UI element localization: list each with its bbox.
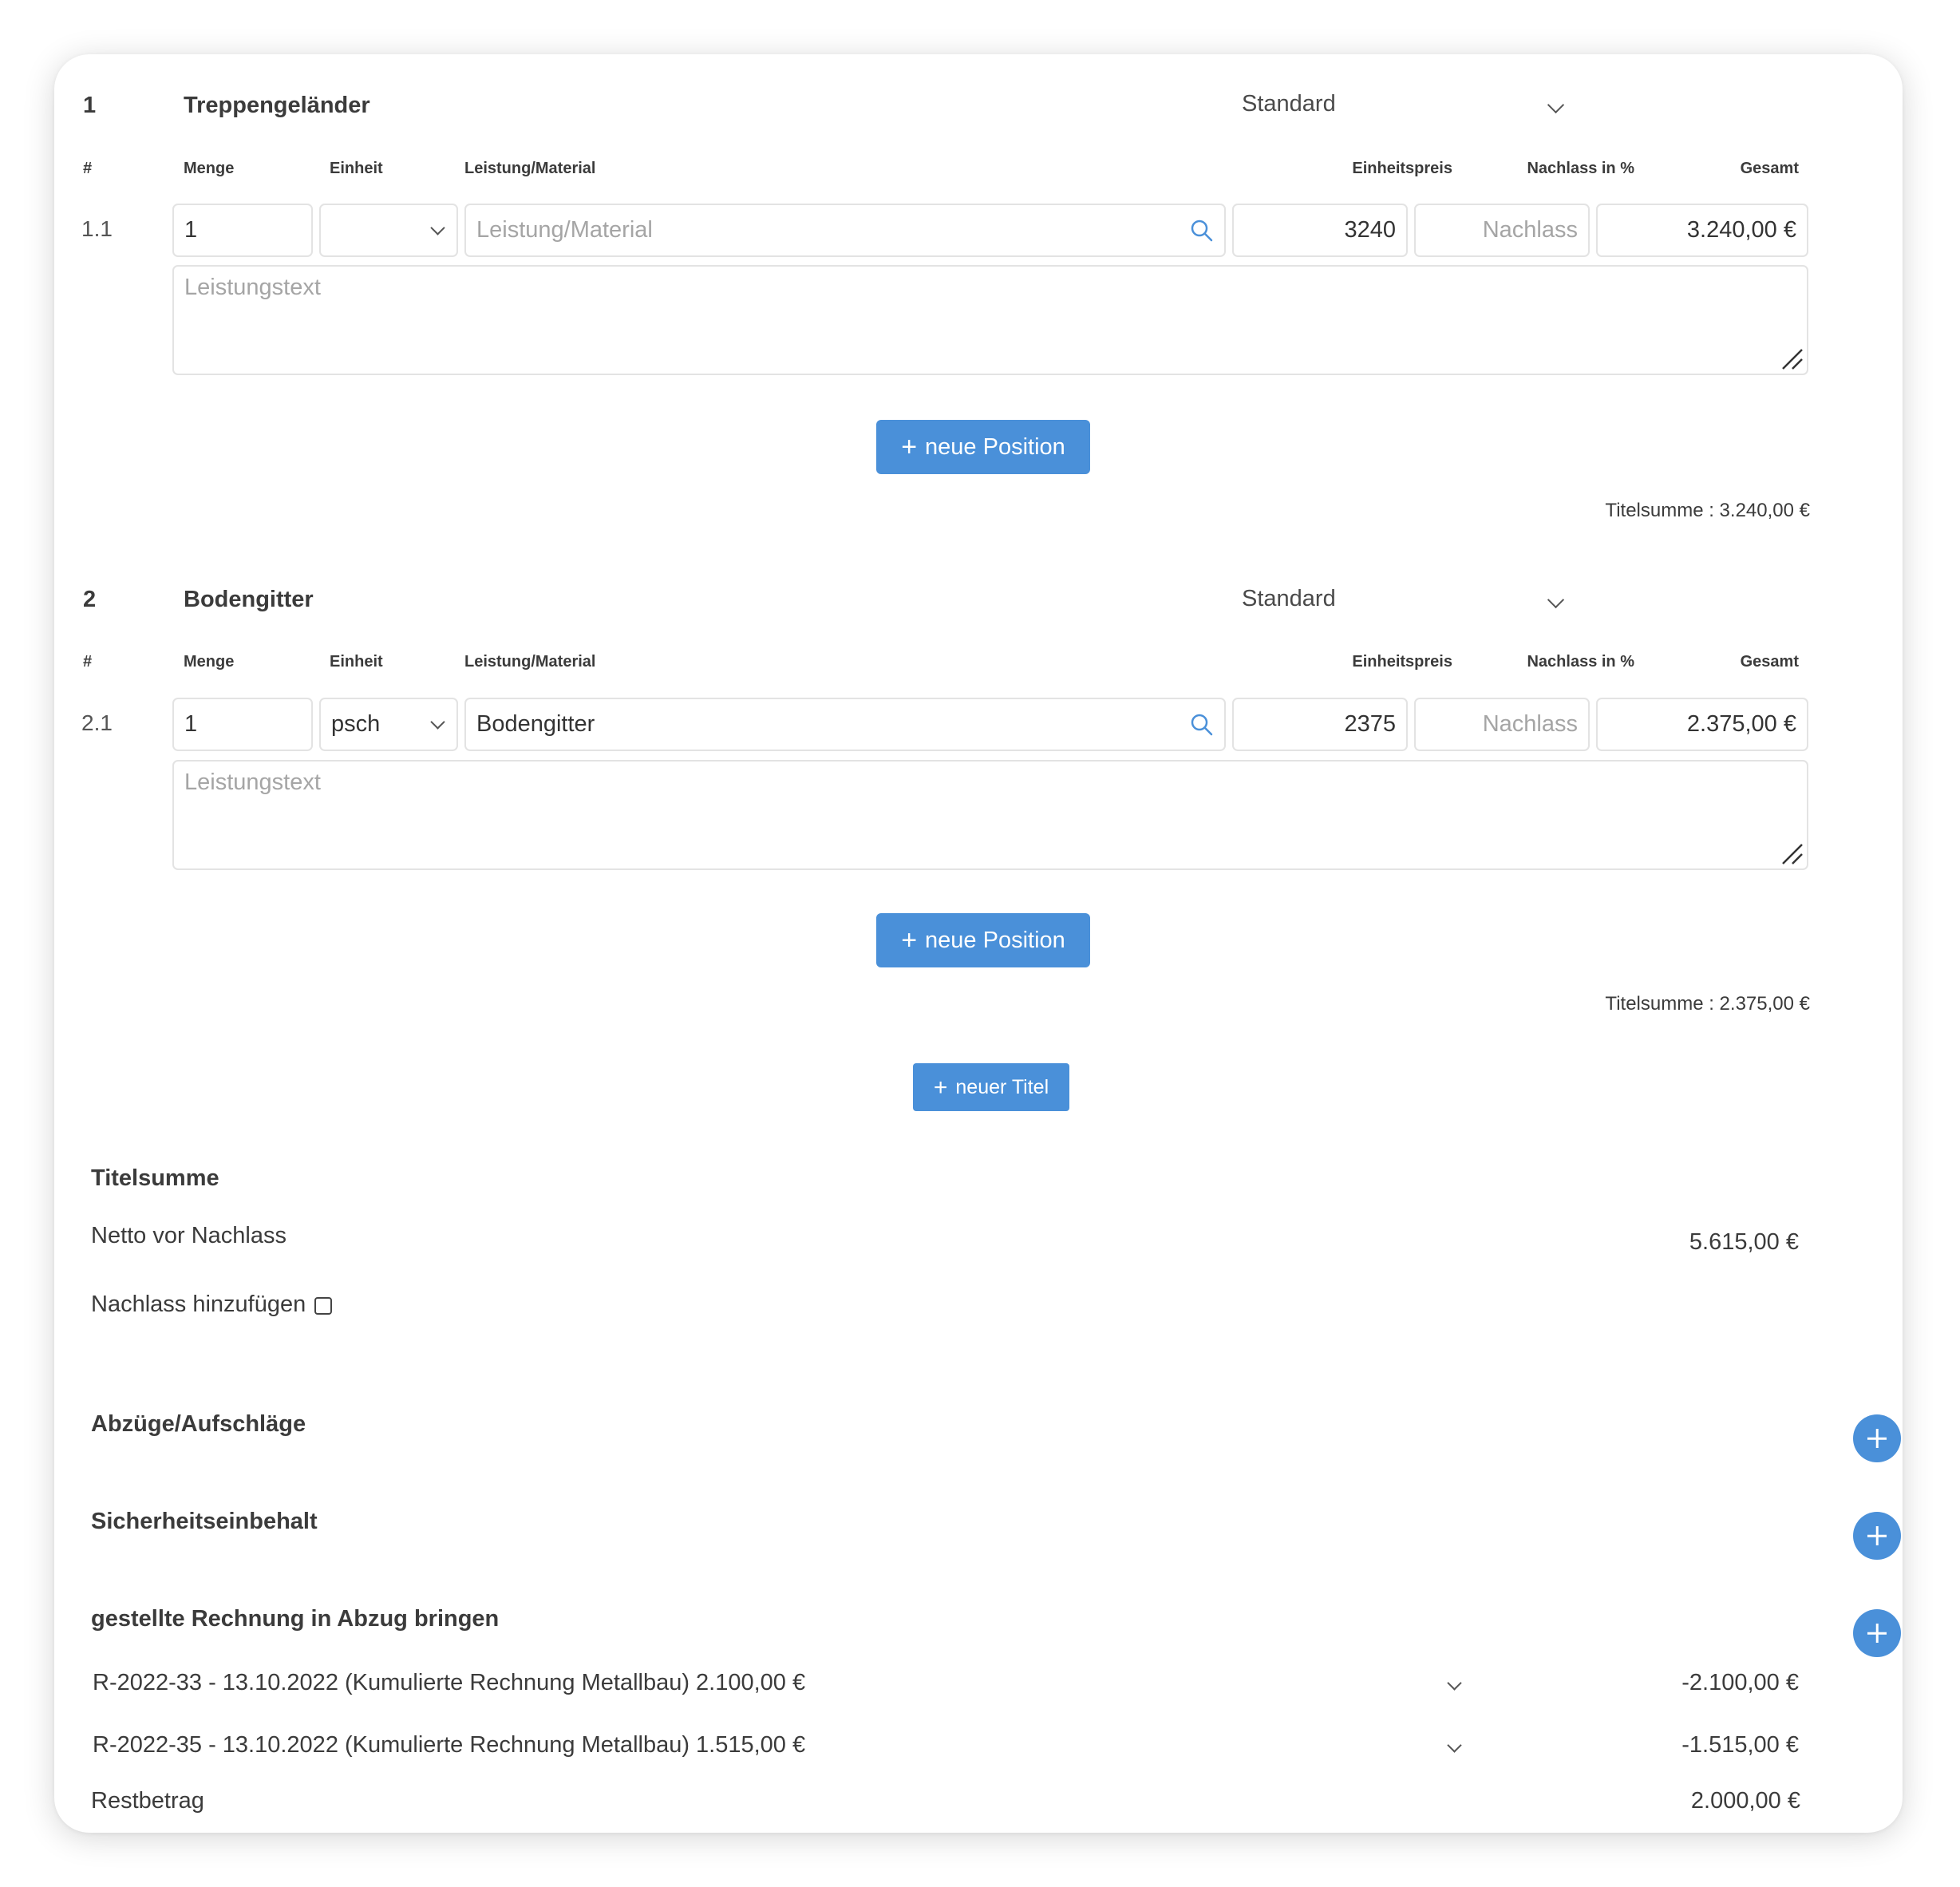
service-input[interactable]: Leistung/Material xyxy=(464,204,1226,257)
chevron-down-icon xyxy=(1547,591,1565,609)
discount-input[interactable]: Nachlass xyxy=(1414,204,1590,257)
col-header-price: Einheitspreis xyxy=(1352,160,1452,177)
col-header-unit: Einheit xyxy=(330,160,383,177)
section-type-value: Standard xyxy=(1242,91,1336,117)
add-invoice-deduction-button[interactable] xyxy=(1853,1609,1901,1657)
remaining-amount-value: 2.000,00 € xyxy=(1690,1788,1800,1814)
invoice-amount: -2.100,00 € xyxy=(1681,1670,1799,1695)
invoice-select-value: R-2022-35 - 13.10.2022 (Kumulierte Rechn… xyxy=(93,1732,806,1758)
chevron-down-icon xyxy=(1447,1675,1462,1691)
col-header-service: Leistung/Material xyxy=(464,160,596,177)
position-number: 1.1 xyxy=(81,216,113,241)
new-position-button[interactable]: + neue Position xyxy=(876,420,1090,474)
new-position-button[interactable]: + neue Position xyxy=(876,913,1090,967)
chevron-down-icon xyxy=(1547,96,1565,114)
add-discount-checkbox[interactable] xyxy=(314,1297,332,1315)
invoice-editor-card: 1 Treppengeländer Standard # Menge Einhe… xyxy=(54,54,1903,1833)
resize-handle-icon[interactable] xyxy=(1780,346,1804,370)
qty-value: 1 xyxy=(184,711,198,737)
plus-icon: + xyxy=(901,432,918,462)
service-placeholder: Leistung/Material xyxy=(476,217,653,243)
service-text-placeholder: Leistungstext xyxy=(184,769,321,795)
plus-icon: + xyxy=(901,925,918,955)
service-value: Bodengitter xyxy=(476,711,595,737)
section-type-select[interactable]: Standard xyxy=(1242,91,1577,126)
section-number: 1 xyxy=(83,93,97,118)
deductions-heading: Abzüge/Aufschläge xyxy=(91,1411,306,1437)
service-text-area[interactable]: Leistungstext xyxy=(172,760,1808,870)
new-title-button[interactable]: + neuer Titel xyxy=(913,1063,1069,1111)
invoice-select[interactable]: R-2022-33 - 13.10.2022 (Kumulierte Rechn… xyxy=(93,1670,1465,1705)
col-header-discount: Nachlass in % xyxy=(1527,160,1634,177)
invoice-select-value: R-2022-33 - 13.10.2022 (Kumulierte Rechn… xyxy=(93,1670,806,1695)
new-title-label: neuer Titel xyxy=(955,1076,1049,1098)
total-value: 2.375,00 € xyxy=(1686,711,1796,737)
total-value: 3.240,00 € xyxy=(1686,217,1796,243)
resize-handle-icon[interactable] xyxy=(1780,841,1804,865)
unit-select[interactable] xyxy=(319,204,458,257)
qty-value: 1 xyxy=(184,217,198,243)
remaining-amount-label: Restbetrag xyxy=(91,1788,204,1814)
col-header-price: Einheitspreis xyxy=(1352,653,1452,671)
invoices-heading: gestellte Rechnung in Abzug bringen xyxy=(91,1606,500,1632)
qty-input[interactable]: 1 xyxy=(172,698,313,751)
discount-input[interactable]: Nachlass xyxy=(1414,698,1590,751)
col-header-number: # xyxy=(83,653,93,671)
net-before-discount-value: 5.615,00 € xyxy=(1689,1229,1799,1255)
section-title: Treppengeländer xyxy=(184,93,370,118)
unit-value: psch xyxy=(331,711,381,737)
discount-placeholder: Nachlass xyxy=(1482,711,1578,737)
unit-price-input[interactable]: 3240 xyxy=(1232,204,1408,257)
add-retention-button[interactable] xyxy=(1853,1512,1901,1560)
section-title-sum: Titelsumme : 2.375,00 € xyxy=(1605,993,1810,1015)
unit-price-value: 3240 xyxy=(1344,217,1396,243)
col-header-qty: Menge xyxy=(184,653,235,671)
section-type-value: Standard xyxy=(1242,586,1336,611)
unit-price-value: 2375 xyxy=(1344,711,1396,737)
section-title-sum: Titelsumme : 3.240,00 € xyxy=(1605,500,1810,521)
service-text-area[interactable]: Leistungstext xyxy=(172,265,1808,375)
col-header-total: Gesamt xyxy=(1740,160,1799,177)
col-header-number: # xyxy=(83,160,93,177)
service-input[interactable]: Bodengitter xyxy=(464,698,1226,751)
search-icon[interactable] xyxy=(1189,712,1215,738)
discount-placeholder: Nachlass xyxy=(1482,217,1578,243)
chevron-down-icon xyxy=(430,714,445,730)
summary-heading: Titelsumme xyxy=(91,1165,219,1191)
col-header-total: Gesamt xyxy=(1740,653,1799,671)
col-header-qty: Menge xyxy=(184,160,235,177)
invoice-select[interactable]: R-2022-35 - 13.10.2022 (Kumulierte Rechn… xyxy=(93,1732,1465,1767)
add-deduction-button[interactable] xyxy=(1853,1414,1901,1462)
net-before-discount-label: Netto vor Nachlass xyxy=(91,1223,286,1248)
invoice-amount: -1.515,00 € xyxy=(1681,1732,1799,1758)
plus-icon: + xyxy=(933,1074,948,1101)
chevron-down-icon xyxy=(430,220,445,235)
section-type-select[interactable]: Standard xyxy=(1242,586,1577,621)
section-number: 2 xyxy=(83,587,97,612)
new-position-label: neue Position xyxy=(925,434,1065,460)
service-text-placeholder: Leistungstext xyxy=(184,275,321,300)
col-header-service: Leistung/Material xyxy=(464,653,596,671)
add-discount-label: Nachlass hinzufügen xyxy=(91,1292,306,1317)
qty-input[interactable]: 1 xyxy=(172,204,313,257)
total-field: 3.240,00 € xyxy=(1596,204,1808,257)
unit-price-input[interactable]: 2375 xyxy=(1232,698,1408,751)
unit-select[interactable]: psch xyxy=(319,698,458,751)
col-header-unit: Einheit xyxy=(330,653,383,671)
col-header-discount: Nachlass in % xyxy=(1527,653,1634,671)
position-number: 2.1 xyxy=(81,710,113,735)
search-icon[interactable] xyxy=(1189,218,1215,243)
new-position-label: neue Position xyxy=(925,928,1065,953)
section-title: Bodengitter xyxy=(184,587,314,612)
chevron-down-icon xyxy=(1447,1738,1462,1753)
retention-heading: Sicherheitseinbehalt xyxy=(91,1509,318,1534)
total-field: 2.375,00 € xyxy=(1596,698,1808,751)
